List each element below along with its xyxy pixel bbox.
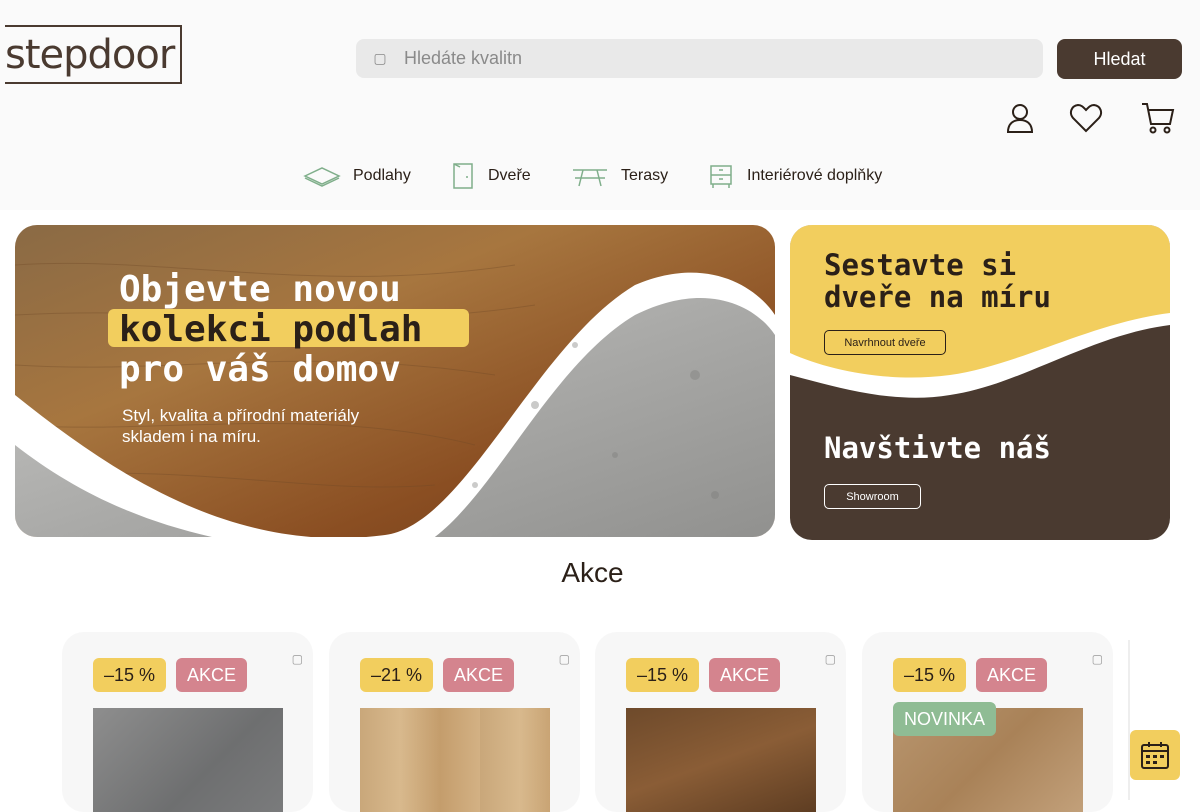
logo[interactable]: stepdoor	[5, 25, 182, 84]
design-doors-button[interactable]: Navrhnout dveře	[824, 330, 946, 355]
nav-label: Interiérové doplňky	[747, 167, 883, 184]
discount-badge: –15 %	[893, 658, 967, 692]
terrace-icon	[573, 169, 607, 187]
side-banner: Sestavte si dveře na míru Navrhnout dveř…	[790, 225, 1170, 540]
hero-subtitle-line-1: Styl, kvalita a přírodní materiály	[122, 406, 360, 425]
calendar-icon	[1141, 742, 1169, 769]
novinka-badge: NOVINKA	[893, 702, 997, 736]
site-header: stepdoor ▢ Hledat Podlahy	[0, 0, 1200, 210]
nav-item-interierove-doplnky[interactable]: Interiérové doplňky	[709, 160, 882, 192]
nav-item-terasy[interactable]: Terasy	[571, 160, 668, 192]
search-icon: ▢	[373, 50, 387, 66]
hero-banner[interactable]: Objevte novou kolekci podlah pro váš dom…	[15, 225, 775, 537]
akce-badge: AKCE	[443, 658, 515, 692]
akce-badge: AKCE	[709, 658, 781, 692]
nav-label: Terasy	[621, 167, 669, 184]
cabinet-icon	[710, 165, 732, 188]
hero-title-line-1: Objevte novou	[119, 269, 401, 310]
product-card[interactable]: –15 % AKCE ▢	[62, 632, 313, 812]
hero-subtitle-line-2: skladem i na míru.	[122, 427, 261, 446]
wishlist-icon[interactable]: ▢	[292, 652, 303, 666]
nav-item-podlahy[interactable]: Podlahy	[303, 160, 411, 192]
door-banner-title-line-2: dveře na míru	[824, 280, 1051, 314]
product-card[interactable]: –21 % AKCE ▢	[329, 632, 580, 812]
calendar-button[interactable]	[1130, 730, 1180, 780]
showroom-banner-title: Navštivte náš	[824, 431, 1051, 465]
nav-label: Podlahy	[353, 167, 411, 184]
search-bar: ▢	[356, 39, 1043, 78]
product-image[interactable]	[626, 708, 816, 812]
floor-icon	[303, 167, 341, 187]
wishlist-icon[interactable]: ▢	[559, 652, 570, 666]
akce-badge: AKCE	[176, 658, 248, 692]
wishlist-icon[interactable]: ▢	[1092, 652, 1103, 666]
discount-badge: –21 %	[360, 658, 434, 692]
hero-title-line-2: kolekci podlah	[119, 309, 423, 350]
door-banner-title-line-1: Sestavte si	[824, 248, 1017, 282]
cart-icon[interactable]	[1140, 100, 1176, 136]
search-input[interactable]	[404, 48, 1004, 69]
product-card[interactable]: –15 % AKCE ▢ NOVINKA	[862, 632, 1113, 812]
heart-icon[interactable]	[1068, 100, 1104, 136]
showroom-button[interactable]: Showroom	[824, 484, 921, 509]
akce-badge: AKCE	[976, 658, 1048, 692]
nav-item-dvere[interactable]: Dveře	[452, 160, 531, 192]
discount-badge: –15 %	[626, 658, 700, 692]
nav-label: Dveře	[488, 167, 531, 184]
section-title: Akce	[561, 557, 624, 588]
product-image[interactable]	[360, 708, 550, 812]
main-nav: Podlahy Dveře Terasy Interiérové doplňky	[0, 160, 1200, 192]
product-card[interactable]: –15 % AKCE ▢	[595, 632, 846, 812]
logo-text: stepdoor	[5, 31, 175, 78]
wishlist-icon[interactable]: ▢	[825, 652, 836, 666]
discount-badge: –15 %	[93, 658, 167, 692]
user-icon[interactable]	[1002, 100, 1038, 136]
hero-title-line-3: pro váš domov	[119, 349, 401, 390]
product-image[interactable]	[93, 708, 283, 812]
search-button[interactable]: Hledat	[1057, 39, 1182, 79]
door-icon	[453, 163, 473, 189]
